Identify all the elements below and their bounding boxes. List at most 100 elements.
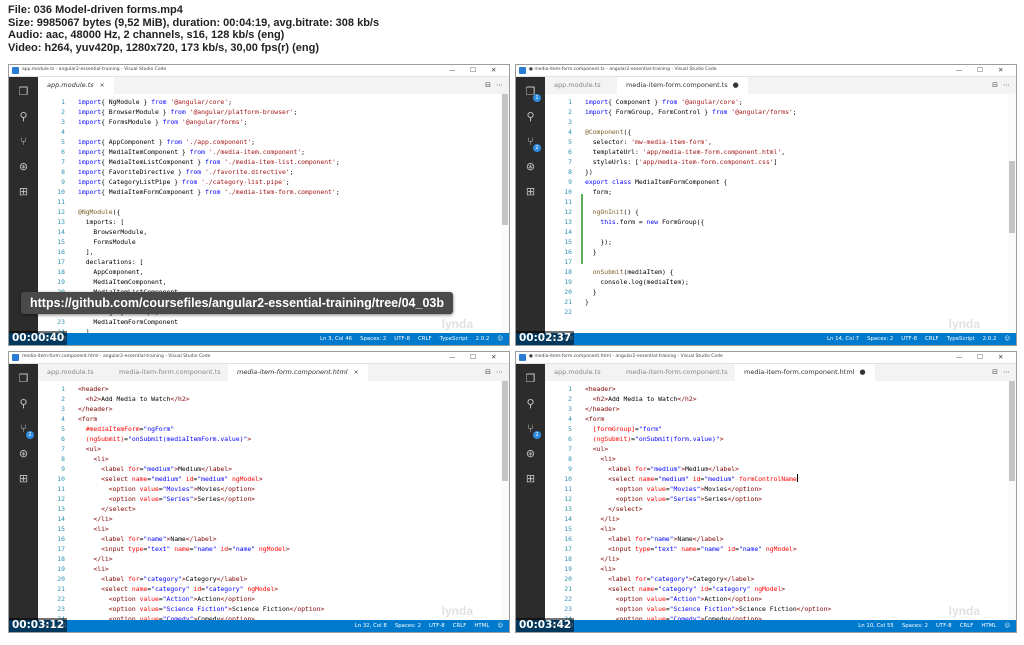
code-token: [formGroup]: [585, 425, 636, 433]
editor-tab[interactable]: app.module.ts: [545, 77, 610, 94]
maximize-icon[interactable]: ☐: [470, 353, 476, 361]
editor-tab[interactable]: media-item-form.component.ts: [617, 364, 737, 381]
code-token: >: [792, 545, 797, 553]
feedback-smiley-icon[interactable]: ☺: [1004, 336, 1010, 342]
status-version[interactable]: 2.0.2: [476, 336, 490, 342]
editor-window: ● media-item-form.component.ts - angular…: [515, 64, 1017, 346]
status-spaces[interactable]: Spaces: 2: [867, 336, 893, 342]
close-icon[interactable]: ✕: [998, 66, 1003, 74]
vertical-scrollbar[interactable]: [1008, 94, 1016, 333]
files-icon[interactable]: ❐: [17, 372, 30, 385]
feedback-smiley-icon[interactable]: ☺: [497, 623, 503, 629]
code-line: 1 import{ NgModule } from '@angular/core'…: [38, 97, 501, 107]
editor-tab[interactable]: media-item-form.component.html ●: [735, 364, 875, 381]
status-lang[interactable]: TypeScript: [440, 336, 468, 342]
minimize-icon[interactable]: —: [956, 66, 963, 74]
status-encoding[interactable]: UTF-8: [429, 623, 445, 629]
vertical-scrollbar[interactable]: [501, 381, 509, 620]
status-position[interactable]: Ln 14, Col 7: [827, 336, 859, 342]
split-editor-icon[interactable]: ⊟: [485, 368, 491, 376]
minimize-icon[interactable]: —: [956, 353, 963, 361]
status-encoding[interactable]: UTF-8: [936, 623, 952, 629]
line-number: 9: [61, 465, 65, 473]
scrollbar-thumb[interactable]: [502, 94, 508, 226]
status-lang[interactable]: HTML: [981, 623, 996, 629]
code-editor[interactable]: 1 import{ Component } from '@angular/core…: [545, 94, 1008, 333]
search-icon[interactable]: ⚲: [524, 397, 537, 410]
status-encoding[interactable]: UTF-8: [901, 336, 917, 342]
code-line: 23 <option value="Science Fiction">Scien…: [38, 604, 501, 614]
editor-tab[interactable]: app.module.ts ×: [38, 77, 114, 94]
maximize-icon[interactable]: ☐: [470, 66, 476, 74]
editor-tab[interactable]: app.module.ts: [545, 364, 610, 381]
code-token: </h2>: [170, 395, 190, 403]
status-position[interactable]: Ln 32, Col 8: [355, 623, 387, 629]
search-icon[interactable]: ⚲: [17, 110, 30, 123]
status-eol[interactable]: CRLF: [960, 623, 974, 629]
line-number: 1: [61, 98, 65, 106]
status-spaces[interactable]: Spaces: 2: [360, 336, 386, 342]
vertical-scrollbar[interactable]: [501, 94, 509, 333]
status-eol[interactable]: CRLF: [418, 336, 432, 342]
maximize-icon[interactable]: ☐: [977, 66, 983, 74]
debug-icon[interactable]: ⊛: [524, 160, 537, 173]
status-version[interactable]: 2.0.2: [983, 336, 997, 342]
code-token: <h2>: [585, 395, 609, 403]
line-code: <li>: [78, 454, 108, 464]
debug-icon[interactable]: ⊛: [17, 447, 30, 460]
extensions-icon[interactable]: ⊞: [17, 185, 30, 198]
search-icon[interactable]: ⚲: [524, 110, 537, 123]
status-spaces[interactable]: Spaces: 2: [395, 623, 421, 629]
split-editor-icon[interactable]: ⊟: [992, 368, 998, 376]
minimize-icon[interactable]: —: [449, 353, 456, 361]
status-spaces[interactable]: Spaces: 2: [902, 623, 928, 629]
extensions-icon[interactable]: ⊞: [524, 185, 537, 198]
editor-tab[interactable]: media-item-form.component.ts ●: [617, 77, 748, 94]
status-lang[interactable]: TypeScript: [947, 336, 975, 342]
scrollbar-thumb[interactable]: [502, 381, 508, 482]
more-actions-icon[interactable]: ⋯: [1003, 81, 1010, 89]
code-editor[interactable]: 1 <header> 2 <h2>Add Media to Watch</h2> 3 <…: [38, 381, 501, 620]
tab-close-icon[interactable]: ×: [354, 369, 359, 376]
more-actions-icon[interactable]: ⋯: [496, 81, 503, 89]
close-icon[interactable]: ✕: [998, 353, 1003, 361]
debug-icon[interactable]: ⊛: [524, 447, 537, 460]
minimize-icon[interactable]: —: [449, 66, 456, 74]
maximize-icon[interactable]: ☐: [977, 353, 983, 361]
code-token: }: [585, 298, 589, 306]
scrollbar-thumb[interactable]: [1009, 381, 1015, 482]
code-line: 8}): [545, 167, 1008, 177]
split-editor-icon[interactable]: ⊟: [485, 81, 491, 89]
status-position[interactable]: Ln 10, Col 55: [858, 623, 894, 629]
close-icon[interactable]: ✕: [491, 66, 496, 74]
status-lang[interactable]: HTML: [474, 623, 489, 629]
extensions-icon[interactable]: ⊞: [17, 472, 30, 485]
status-encoding[interactable]: UTF-8: [394, 336, 410, 342]
files-icon[interactable]: ❐: [524, 372, 537, 385]
split-editor-icon[interactable]: ⊟: [992, 81, 998, 89]
editor-tab[interactable]: app.module.ts: [38, 364, 103, 381]
code-line: 6 templateUrl: 'app/media-item-form.comp…: [545, 147, 1008, 157]
feedback-smiley-icon[interactable]: ☺: [1004, 623, 1010, 629]
more-actions-icon[interactable]: ⋯: [1003, 368, 1010, 376]
vertical-scrollbar[interactable]: [1008, 381, 1016, 620]
feedback-smiley-icon[interactable]: ☺: [497, 336, 503, 342]
more-actions-icon[interactable]: ⋯: [496, 368, 503, 376]
extensions-icon[interactable]: ⊞: [524, 472, 537, 485]
tab-close-icon[interactable]: ×: [100, 82, 105, 89]
git-icon[interactable]: ⑂: [17, 135, 30, 148]
code-editor[interactable]: 1 <header> 2 <h2>Add Media to Watch</h2> 3 <…: [545, 381, 1008, 620]
search-icon[interactable]: ⚲: [17, 397, 30, 410]
scrollbar-thumb[interactable]: [1009, 160, 1015, 233]
line-number: 8: [61, 168, 65, 176]
status-eol[interactable]: CRLF: [453, 623, 467, 629]
editor-tab[interactable]: media-item-form.component.html ×: [228, 364, 368, 381]
line-code: import{ CategoryListPipe } from './categ…: [78, 177, 290, 187]
debug-icon[interactable]: ⊛: [17, 160, 30, 173]
close-icon[interactable]: ✕: [491, 353, 496, 361]
status-eol[interactable]: CRLF: [925, 336, 939, 342]
status-position[interactable]: Ln 3, Col 46: [320, 336, 352, 342]
editor-tab[interactable]: media-item-form.component.ts: [110, 364, 230, 381]
code-token: ],: [78, 248, 94, 256]
files-icon[interactable]: ❐: [17, 85, 30, 98]
